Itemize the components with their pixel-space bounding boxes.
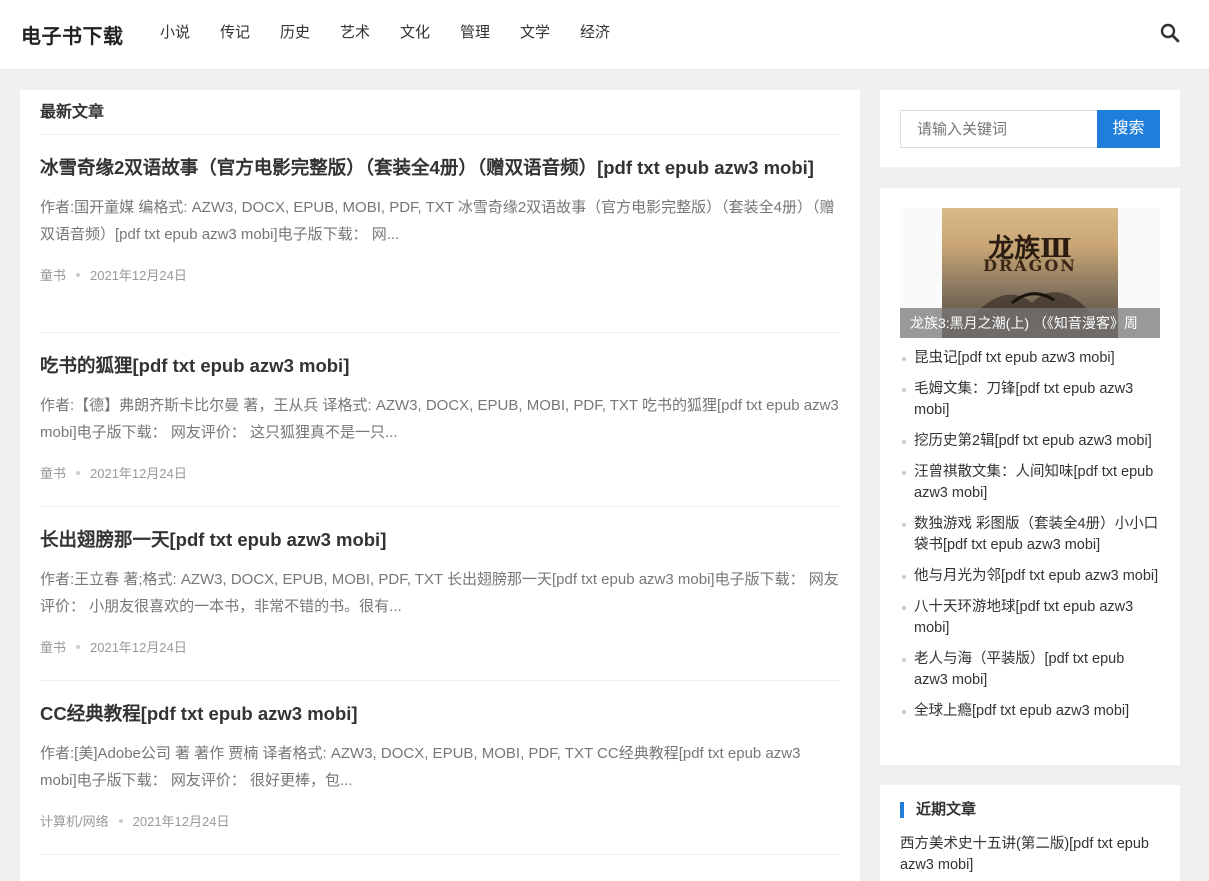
search-icon[interactable] bbox=[1160, 23, 1180, 43]
list-item[interactable]: 挖历史第2辑[pdf txt epub azw3 mobi] bbox=[900, 431, 1160, 452]
nav-item-biography[interactable]: 传记 bbox=[220, 23, 280, 43]
article-item: 冰雪奇缘2双语故事（官方电影完整版）（套装全4册）（赠双语音频）[pdf txt… bbox=[40, 135, 840, 333]
article-date: 2021年12月24日 bbox=[90, 268, 187, 283]
article-category[interactable]: 童书 bbox=[40, 637, 66, 656]
article-list-panel: 最新文章 冰雪奇缘2双语故事（官方电影完整版）（套装全4册）（赠双语音频）[pd… bbox=[20, 90, 860, 881]
article-category[interactable]: 计算机/网络 bbox=[40, 811, 109, 830]
list-item[interactable]: 八十天环游地球[pdf txt epub azw3 mobi] bbox=[900, 597, 1160, 639]
nav-item-management[interactable]: 管理 bbox=[460, 23, 520, 43]
recent-title: 近期文章 bbox=[900, 802, 976, 818]
nav-item-economy[interactable]: 经济 bbox=[580, 23, 640, 43]
recent-item[interactable]: 西方美术史十五讲(第二版)[pdf txt epub azw3 mobi] bbox=[900, 834, 1162, 876]
list-item[interactable]: 汪曾祺散文集：人间知味[pdf txt epub azw3 mobi] bbox=[900, 462, 1160, 504]
list-item[interactable]: 他与月光为邻[pdf txt epub azw3 mobi] bbox=[900, 566, 1160, 587]
meta-separator bbox=[76, 644, 81, 649]
article-excerpt: 作者:国开童媒 编格式: AZW3, DOCX, EPUB, MOBI, PDF… bbox=[40, 199, 835, 243]
article-excerpt: 作者:王立春 著;格式: AZW3, DOCX, EPUB, MOBI, PDF… bbox=[40, 571, 839, 615]
nav-item-culture[interactable]: 文化 bbox=[400, 23, 460, 43]
nav-item-history[interactable]: 历史 bbox=[280, 23, 340, 43]
list-item[interactable]: 毛姆文集：刀锋[pdf txt epub azw3 mobi] bbox=[900, 379, 1160, 421]
search-button[interactable]: 搜索 bbox=[1097, 110, 1160, 148]
site-logo[interactable]: 电子书下载 bbox=[21, 20, 124, 49]
article-excerpt: 作者:[美]Adobe公司 著 著作 贾楠 译者格式: AZW3, DOCX, … bbox=[40, 745, 801, 789]
article-excerpt: 作者:【德】弗朗齐斯卡比尔曼 著，王从兵 译格式: AZW3, DOCX, EP… bbox=[40, 397, 839, 441]
sidebar-recommend-widget: 龙族Ⅲ DRAGON 龙族3:黑月之潮(上) （《知音漫客》周 昆虫记[pdf … bbox=[880, 188, 1180, 765]
list-item[interactable]: 数独游戏 彩图版（套装全4册）小小口袋书[pdf txt epub azw3 m… bbox=[900, 514, 1160, 556]
article-title[interactable]: CC经典教程[pdf txt epub azw3 mobi] bbox=[40, 701, 840, 726]
main-nav: 小说 传记 历史 艺术 文化 管理 文学 经济 bbox=[160, 23, 640, 43]
site-header: 电子书下载 小说 传记 历史 艺术 文化 管理 文学 经济 bbox=[0, 0, 1209, 70]
article-title[interactable]: 吃书的狐狸[pdf txt epub azw3 mobi] bbox=[40, 353, 840, 378]
article-title[interactable]: 冰雪奇缘2双语故事（官方电影完整版）（套装全4册）（赠双语音频）[pdf txt… bbox=[40, 155, 840, 180]
nav-item-novel[interactable]: 小说 bbox=[160, 23, 220, 43]
article-meta: 童书 2021年12月24日 bbox=[40, 637, 840, 656]
meta-separator bbox=[76, 470, 81, 475]
article-category[interactable]: 童书 bbox=[40, 463, 66, 482]
sidebar-search-widget: 搜索 bbox=[880, 90, 1180, 167]
section-title: 最新文章 bbox=[40, 90, 840, 135]
article-date: 2021年12月24日 bbox=[132, 814, 230, 829]
article-date: 2021年12月24日 bbox=[90, 640, 187, 655]
search-input[interactable] bbox=[900, 110, 1098, 148]
article-item: CC经典教程[pdf txt epub azw3 mobi] 作者:[美]Ado… bbox=[40, 681, 840, 855]
article-item: 吃书的狐狸[pdf txt epub azw3 mobi] 作者:【德】弗朗齐斯… bbox=[40, 333, 840, 507]
recommended-list: 昆虫记[pdf txt epub azw3 mobi] 毛姆文集：刀锋[pdf … bbox=[900, 348, 1160, 732]
meta-separator bbox=[76, 272, 81, 277]
list-item[interactable]: 全球上瘾[pdf txt epub azw3 mobi] bbox=[900, 701, 1160, 722]
list-item[interactable]: 老人与海（平装版）[pdf txt epub azw3 mobi] bbox=[900, 649, 1160, 691]
article-title[interactable]: 长出翅膀那一天[pdf txt epub azw3 mobi] bbox=[40, 527, 840, 552]
article-item: 长出翅膀那一天[pdf txt epub azw3 mobi] 作者:王立春 著… bbox=[40, 507, 840, 681]
article-meta: 童书 2021年12月24日 bbox=[40, 463, 840, 482]
nav-item-art[interactable]: 艺术 bbox=[340, 23, 400, 43]
article-category[interactable]: 童书 bbox=[40, 265, 66, 284]
sidebar-recent-widget: 近期文章 西方美术史十五讲(第二版)[pdf txt epub azw3 mob… bbox=[880, 785, 1180, 881]
meta-separator bbox=[118, 818, 123, 823]
featured-caption[interactable]: 龙族3:黑月之潮(上) （《知音漫客》周 bbox=[900, 308, 1160, 338]
article-date: 2021年12月24日 bbox=[90, 466, 187, 481]
nav-item-literature[interactable]: 文学 bbox=[520, 23, 580, 43]
article-meta: 童书 2021年12月24日 bbox=[40, 265, 840, 284]
featured-book[interactable]: 龙族Ⅲ DRAGON 龙族3:黑月之潮(上) （《知音漫客》周 bbox=[900, 208, 1160, 338]
article-meta: 计算机/网络 2021年12月24日 bbox=[40, 811, 840, 830]
list-item[interactable]: 昆虫记[pdf txt epub azw3 mobi] bbox=[900, 348, 1160, 369]
